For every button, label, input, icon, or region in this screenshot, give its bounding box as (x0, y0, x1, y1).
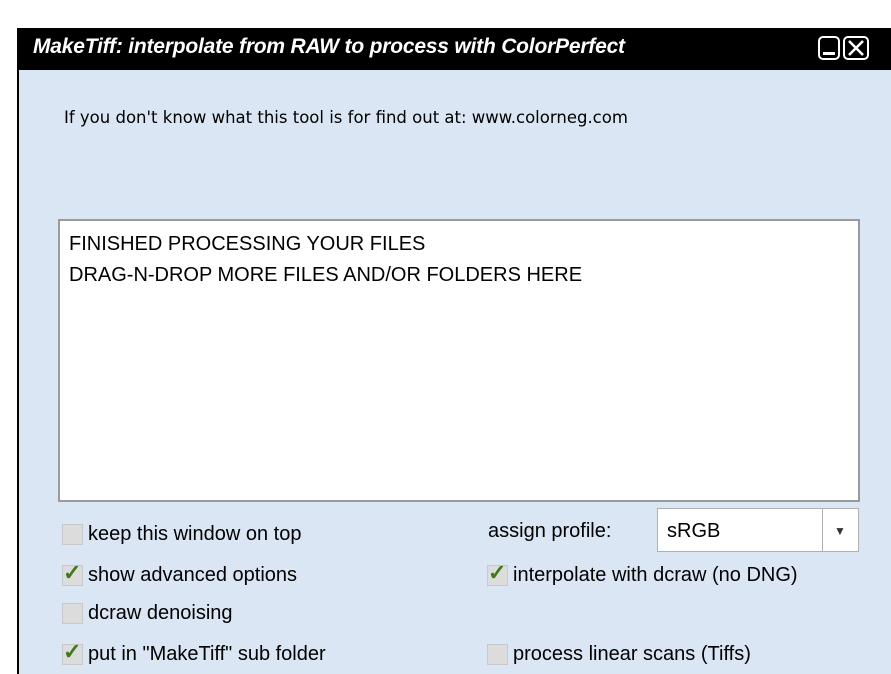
drop-instruction: DRAG-N-DROP MORE FILES AND/OR FOLDERS HE… (69, 264, 583, 286)
interpolate-dcraw-label: interpolate with dcraw (no DNG) (513, 563, 798, 586)
checkbox-box[interactable]: ✓ (62, 602, 83, 624)
linear-scans-label: process linear scans (Tiffs) (513, 642, 751, 665)
dcraw-denoising-checkbox[interactable]: ✓ dcraw denoising (62, 600, 233, 626)
profile-selected-value: sRGB (667, 520, 721, 542)
title-bar[interactable]: MakeTiff: interpolate from RAW to proces… (17, 28, 891, 70)
linear-scans-checkbox[interactable]: ✓ process linear scans (Tiffs) (487, 641, 751, 667)
checkbox-box[interactable]: ✓ (62, 559, 83, 586)
assign-profile-label: assign profile: (488, 520, 612, 542)
chevron-down-icon[interactable]: ▼ (834, 524, 846, 538)
profile-select[interactable]: sRGB ▼ (657, 508, 859, 552)
maketiff-subfolder-checkbox[interactable]: ✓ put in "MakeTiff" sub folder (62, 638, 326, 667)
close-icon[interactable] (843, 36, 869, 60)
minimize-icon[interactable] (818, 36, 840, 60)
checkbox-box[interactable]: ✓ (487, 643, 508, 665)
drop-zone[interactable]: FINISHED PROCESSING YOUR FILES DRAG-N-DR… (58, 219, 860, 502)
checkmark-icon: ✓ (63, 638, 82, 664)
checkbox-box[interactable]: ✓ (487, 559, 508, 586)
checkmark-icon: ✓ (488, 559, 507, 585)
show-advanced-label: show advanced options (88, 563, 298, 586)
checkmark-icon: ✓ (63, 559, 82, 585)
keep-on-top-checkbox[interactable]: ✓ keep this window on top (62, 521, 301, 547)
interpolate-dcraw-checkbox[interactable]: ✓ interpolate with dcraw (no DNG) (487, 559, 798, 588)
status-line: FINISHED PROCESSING YOUR FILES (69, 233, 426, 255)
show-advanced-checkbox[interactable]: ✓ show advanced options (62, 559, 298, 588)
keep-on-top-label: keep this window on top (88, 522, 302, 545)
select-divider (822, 509, 823, 551)
maketiff-subfolder-label: put in "MakeTiff" sub folder (88, 642, 326, 665)
checkbox-box[interactable]: ✓ (62, 523, 83, 545)
dcraw-denoising-label: dcraw denoising (88, 601, 233, 624)
window-title: MakeTiff: interpolate from RAW to proces… (33, 35, 625, 58)
info-text: If you don't know what this tool is for … (64, 108, 628, 127)
checkbox-box[interactable]: ✓ (62, 638, 83, 665)
